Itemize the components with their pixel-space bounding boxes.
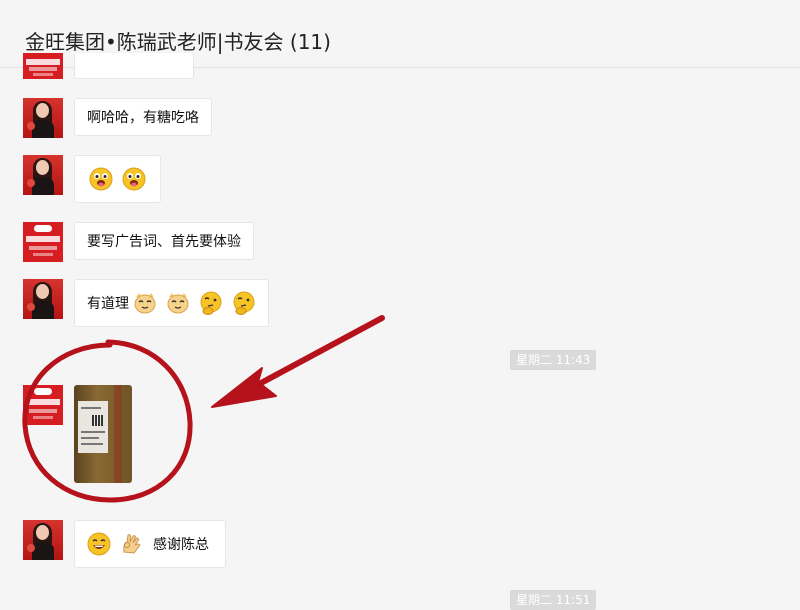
thinking-face-emoji (199, 291, 223, 315)
message-bubble[interactable] (74, 53, 194, 79)
red-arrow-annotation (211, 315, 385, 408)
message-bubble[interactable]: 要写广告词、首先要体验 (74, 222, 254, 260)
grin-face-emoji (87, 532, 111, 556)
thinking-face-emoji (232, 291, 256, 315)
tongue-face-emoji (122, 167, 146, 191)
avatar[interactable] (23, 385, 63, 425)
message-bubble[interactable]: 感谢陈总 (74, 520, 226, 568)
chat-title: 金旺集团•陈瑞武老师|书友会 (11) (25, 30, 331, 54)
avatar[interactable] (23, 279, 63, 319)
timestamp: 星期二 11:51 (510, 590, 597, 610)
message-text: 啊哈哈，有糖吃咯 (87, 110, 199, 126)
avatar[interactable] (23, 155, 63, 195)
ok-hand-emoji (120, 532, 144, 556)
tongue-face-emoji (89, 167, 113, 191)
cat-face-emoji (166, 291, 190, 315)
message-text: 要写广告词、首先要体验 (87, 234, 241, 250)
package-photo[interactable] (74, 385, 132, 483)
avatar[interactable] (23, 520, 63, 560)
avatar[interactable] (23, 53, 63, 79)
message-text: 感谢陈总 (153, 537, 209, 553)
timestamp: 星期二 11:43 (510, 350, 597, 370)
message-bubble[interactable]: 有道理 (74, 279, 269, 327)
avatar[interactable] (23, 98, 63, 138)
avatar[interactable] (23, 222, 63, 262)
message-text: 有道理 (87, 296, 129, 312)
message-bubble[interactable] (74, 155, 161, 203)
message-bubble[interactable]: 啊哈哈，有糖吃咯 (74, 98, 212, 136)
cat-face-emoji (133, 291, 157, 315)
